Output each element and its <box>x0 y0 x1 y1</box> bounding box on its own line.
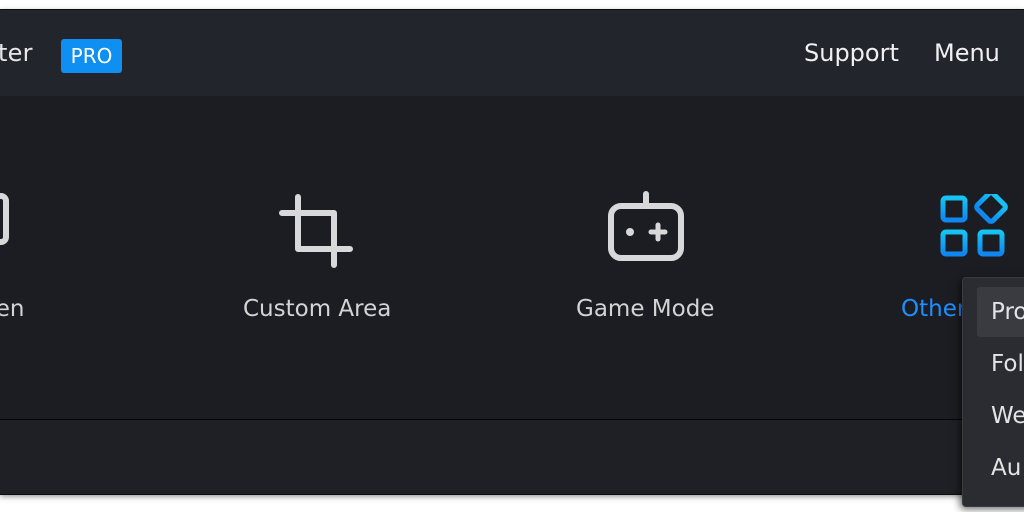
support-link[interactable]: Support <box>804 39 899 67</box>
other-dropdown-menu: Pro Fol We Au <box>962 277 1024 507</box>
menu-link[interactable]: Menu <box>934 39 1000 67</box>
dropdown-item-au[interactable]: Au <box>977 443 1024 493</box>
apps-grid-icon <box>940 190 1008 266</box>
pro-badge[interactable]: PRO <box>61 39 122 73</box>
mode-other-label: Other <box>901 296 967 322</box>
app-window: ter PRO Support Menu creen Custom Area <box>0 10 1024 494</box>
crop-icon <box>278 193 354 273</box>
dropdown-item-fol[interactable]: Fol <box>977 339 1024 389</box>
mode-full-screen-label: creen <box>0 296 25 322</box>
footer-bar <box>0 420 1024 494</box>
gamepad-icon <box>606 190 686 270</box>
app-title: ter <box>0 39 33 67</box>
mode-custom-area[interactable]: Custom Area <box>240 190 440 350</box>
dropdown-item-we[interactable]: We <box>977 391 1024 441</box>
mode-game-mode-label: Game Mode <box>576 296 715 322</box>
mode-custom-area-label: Custom Area <box>243 296 392 322</box>
monitor-icon <box>0 190 40 274</box>
dropdown-item-pro[interactable]: Pro <box>977 287 1024 337</box>
mode-full-screen[interactable]: creen <box>0 190 160 350</box>
mode-game-mode[interactable]: Game Mode <box>575 190 775 350</box>
header-bar: ter PRO Support Menu <box>0 10 1024 96</box>
